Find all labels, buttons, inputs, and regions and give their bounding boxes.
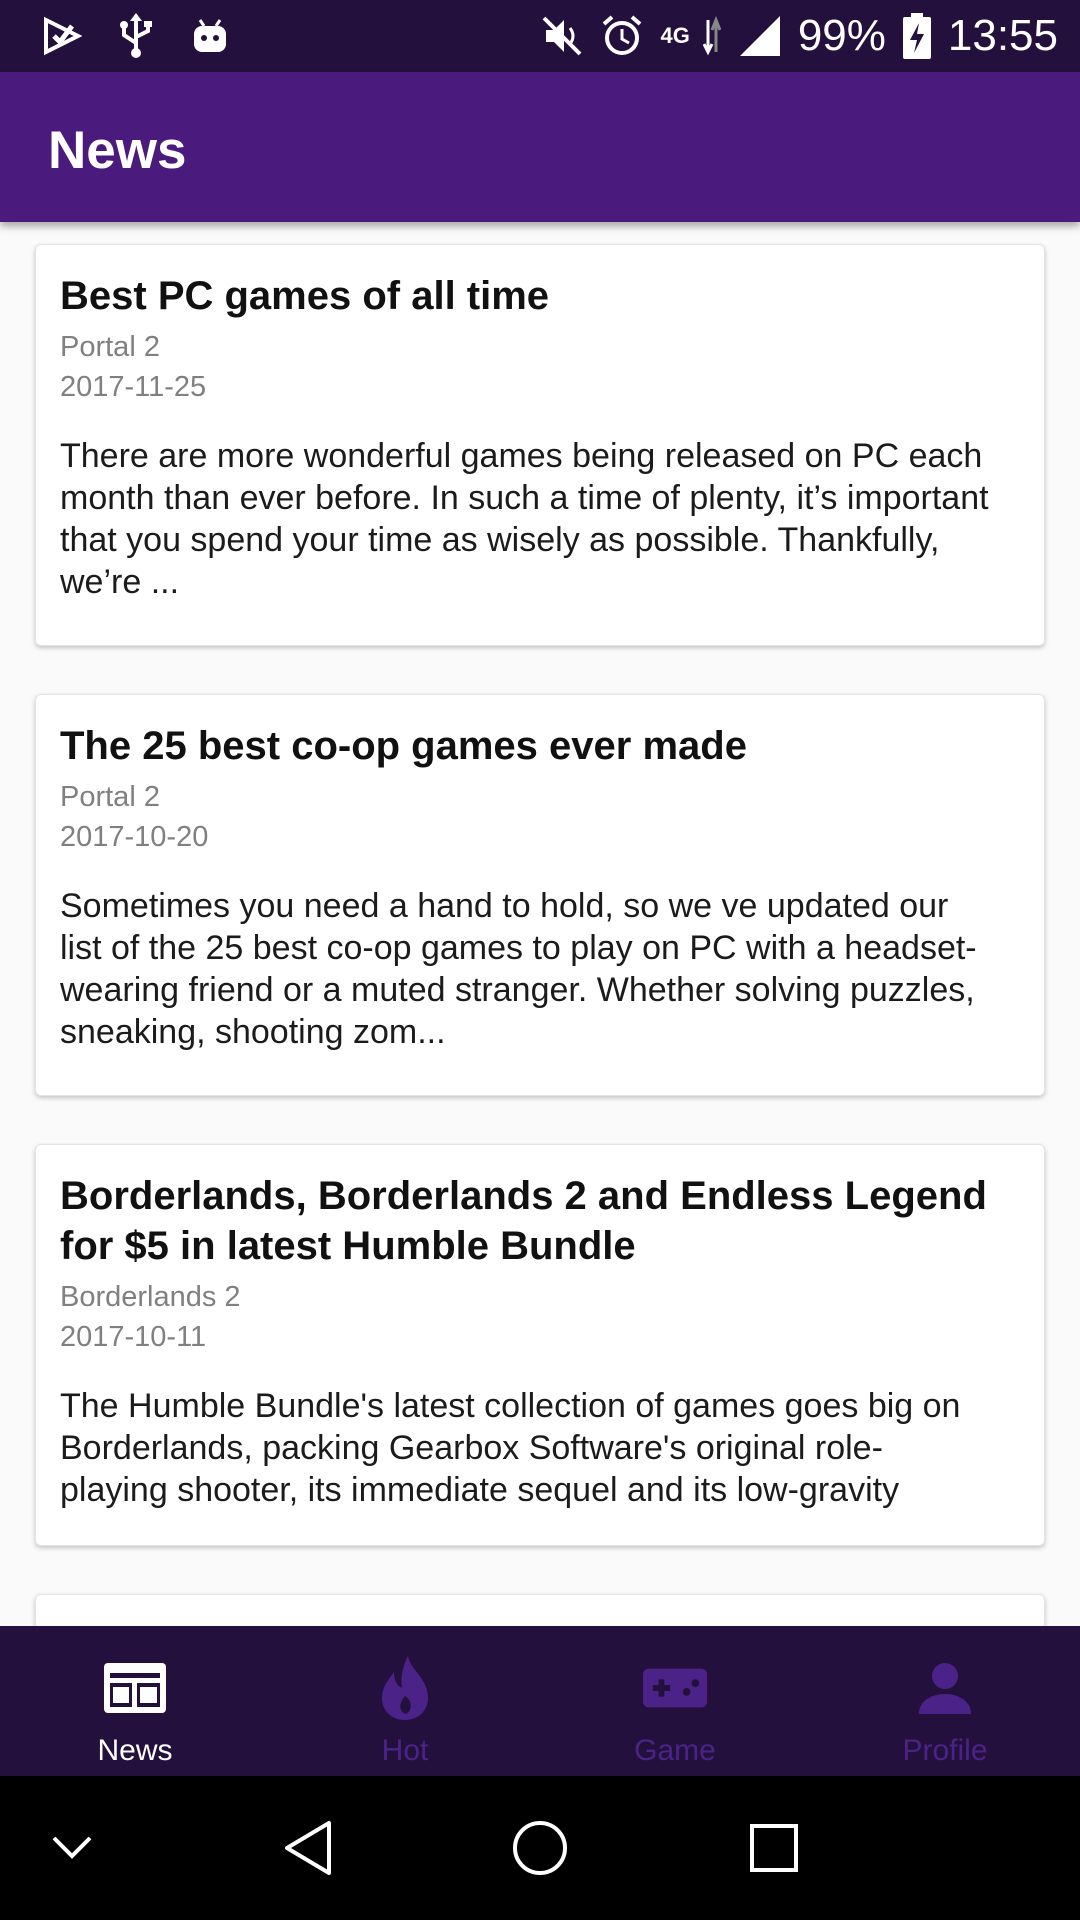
gamepad-icon	[643, 1656, 707, 1720]
news-game: Portal 2	[60, 781, 160, 813]
nav-label-hot: Hot	[381, 1734, 429, 1767]
android-icon	[188, 14, 232, 58]
news-game: Portal 2	[60, 331, 160, 363]
usb-icon	[114, 13, 158, 58]
system-nav-bar	[0, 1776, 1080, 1920]
mute-icon	[540, 14, 584, 58]
nav-item-game[interactable]: Game	[540, 1626, 810, 1776]
news-date: 2017-10-11	[60, 1321, 207, 1353]
news-card[interactable]: Best PC games of all time Portal 2 2017-…	[35, 244, 1045, 646]
home-icon[interactable]	[480, 1776, 600, 1920]
news-card[interactable]: Borderlands, Borderlands 2 and Endless L…	[35, 1144, 1045, 1546]
news-title: Best PC games of all time	[60, 274, 550, 318]
status-bar: 4G 99% 13:55	[0, 0, 1080, 72]
news-card[interactable]: The 25 best co-op games ever made Portal…	[35, 694, 1045, 1096]
app-bar: News	[0, 72, 1080, 222]
nav-label-game: Game	[634, 1734, 716, 1767]
nav-label-profile: Profile	[902, 1734, 988, 1767]
news-date: 2017-10-20	[60, 821, 209, 853]
clock: 13:55	[947, 11, 1058, 60]
bottom-nav: News Hot Game Profile	[0, 1626, 1080, 1776]
signal-icon	[738, 14, 782, 58]
nav-item-profile[interactable]: Profile	[810, 1626, 1080, 1776]
news-card[interactable]	[35, 1594, 1045, 1626]
battery-charging-icon	[902, 13, 932, 59]
data-arrows-icon	[702, 14, 722, 58]
nav-item-hot[interactable]: Hot	[270, 1626, 540, 1776]
page-title: News	[48, 121, 187, 180]
back-icon[interactable]	[248, 1776, 368, 1920]
play-store-icon	[40, 14, 84, 58]
news-excerpt: There are more wonderful games being rel…	[60, 437, 989, 601]
news-excerpt: Sometimes you need a hand to hold, so we…	[60, 887, 977, 1051]
news-excerpt: The Humble Bundle's latest collection of…	[60, 1387, 961, 1517]
news-title: The 25 best co-op games ever made	[60, 724, 747, 768]
news-list[interactable]: Best PC games of all time Portal 2 2017-…	[0, 222, 1080, 1626]
recents-icon[interactable]	[714, 1776, 834, 1920]
news-date: 2017-11-25	[60, 371, 207, 403]
nav-label-news: News	[97, 1734, 173, 1767]
news-title: Borderlands, Borderlands 2 and Endless L…	[60, 1174, 987, 1268]
flame-icon	[373, 1656, 437, 1720]
news-game: Borderlands 2	[60, 1281, 241, 1313]
person-icon	[913, 1656, 977, 1720]
news-icon	[103, 1656, 167, 1720]
nav-item-news[interactable]: News	[0, 1626, 270, 1776]
chevron-down-icon[interactable]	[12, 1776, 132, 1920]
network-type: 4G	[660, 23, 690, 48]
battery-percent: 99%	[797, 11, 886, 60]
alarm-icon	[600, 14, 644, 58]
